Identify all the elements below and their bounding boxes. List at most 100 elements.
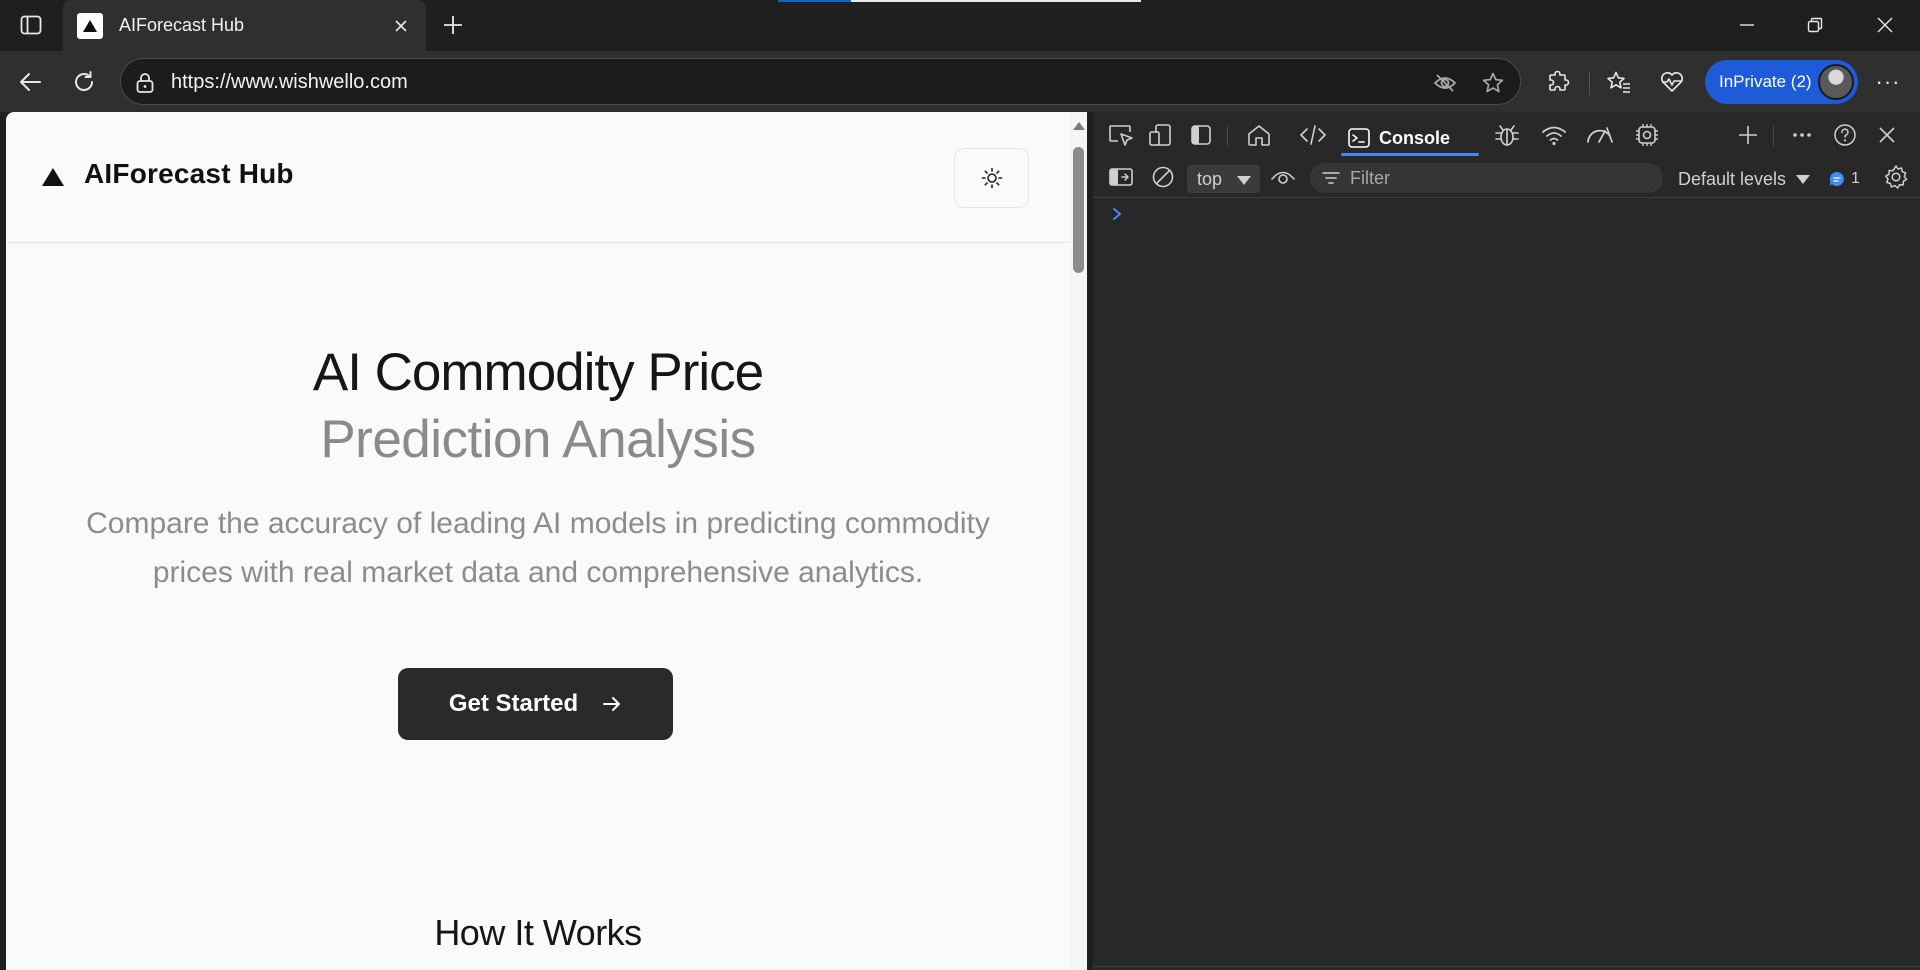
restore-icon	[1807, 17, 1823, 33]
customize-devtools-button[interactable]	[1786, 120, 1818, 150]
more-horizontal-icon	[1793, 133, 1811, 137]
filter-icon	[1322, 172, 1340, 184]
inspect-icon	[1109, 125, 1133, 146]
welcome-tab[interactable]	[1243, 120, 1275, 150]
live-expression-button[interactable]	[1267, 162, 1299, 192]
sidebar-icon	[1109, 168, 1133, 186]
refresh-icon	[75, 71, 93, 91]
hero-subtitle: Compare the accuracy of leading AI model…	[86, 507, 990, 589]
help-button[interactable]	[1829, 120, 1861, 150]
eye-icon	[1271, 171, 1295, 184]
sources-tab[interactable]	[1491, 120, 1523, 150]
show-console-sidebar-button[interactable]	[1105, 162, 1137, 192]
arrow-right-icon	[603, 697, 621, 711]
wifi-icon	[1542, 126, 1566, 146]
heartbeat-icon	[1661, 72, 1683, 92]
lock-icon[interactable]	[135, 72, 155, 94]
devtools-divider	[1227, 126, 1228, 146]
favorites-icon	[1607, 71, 1630, 93]
browser-tab[interactable]: AIForecast Hub	[63, 0, 426, 51]
devtools-tab-bar: Console	[1093, 112, 1920, 157]
tracking-prevention-button[interactable]	[1431, 69, 1459, 97]
javascript-context-select[interactable]: top	[1187, 165, 1260, 193]
message-icon	[1829, 171, 1844, 186]
console-settings-button[interactable]	[1880, 162, 1912, 192]
logo-triangle-icon[interactable]	[41, 167, 65, 187]
device-emulation-button[interactable]	[1145, 120, 1177, 150]
site-title[interactable]: AIForecast Hub	[84, 158, 294, 190]
console-tab[interactable]: Console	[1341, 120, 1456, 156]
sidebar-toggle-icon	[1191, 125, 1211, 145]
active-tab-indicator	[1341, 153, 1479, 156]
scroll-up-arrow-icon[interactable]	[1073, 122, 1085, 130]
issues-counter-button[interactable]: 1	[1828, 167, 1860, 191]
memory-tab[interactable]	[1631, 120, 1663, 150]
console-tab-label: Console	[1379, 127, 1451, 148]
new-tab-button[interactable]	[436, 8, 470, 42]
tab-title: AIForecast Hub	[119, 15, 245, 35]
tab-close-button[interactable]	[390, 15, 412, 37]
performance-tab[interactable]	[1584, 120, 1616, 150]
network-tab[interactable]	[1538, 120, 1570, 150]
issues-count: 1	[1851, 170, 1860, 187]
tab-actions-icon	[20, 15, 42, 35]
minimize-icon	[1740, 24, 1754, 26]
plus-icon	[1739, 126, 1757, 144]
eye-slash-icon	[1433, 74, 1457, 92]
theme-toggle-button[interactable]	[954, 148, 1029, 208]
tab-actions-button[interactable]	[14, 10, 48, 40]
inprivate-profile-button[interactable]: InPrivate (2)	[1705, 60, 1858, 104]
elements-tab[interactable]	[1297, 120, 1329, 150]
log-levels-dropdown[interactable]: Default levels	[1678, 165, 1811, 193]
minimize-button[interactable]	[1724, 8, 1770, 42]
favicon-icon	[77, 12, 103, 39]
restore-button[interactable]	[1792, 8, 1838, 42]
hero-title-line1: AI Commodity Price	[312, 343, 764, 402]
favorites-button[interactable]	[1601, 65, 1637, 99]
console-prompt-chevron-icon[interactable]	[1111, 206, 1123, 222]
inprivate-label: InPrivate (2)	[1719, 72, 1812, 91]
code-icon	[1300, 125, 1326, 145]
toolbar-divider	[1589, 71, 1590, 95]
how-it-works-heading: How It Works	[434, 912, 642, 953]
console-icon	[1348, 128, 1370, 148]
bug-icon	[1495, 125, 1519, 146]
clear-console-button[interactable]	[1147, 162, 1179, 192]
plus-icon	[444, 16, 462, 34]
console-filter-input[interactable]: Filter	[1310, 163, 1663, 193]
site-header: AIForecast Hub	[6, 112, 1070, 243]
puzzle-icon	[1549, 70, 1570, 91]
arrow-left-icon	[20, 73, 41, 91]
refresh-button[interactable]	[65, 63, 103, 101]
page-load-indicator	[778, 0, 1141, 2]
gauge-icon	[1587, 127, 1613, 143]
avatar	[1818, 64, 1854, 100]
close-icon	[1877, 17, 1893, 33]
address-bar[interactable]: https://www.wishwello.com	[120, 58, 1521, 105]
settings-more-button[interactable]: ···	[1870, 65, 1906, 99]
devtools-bottom-border	[1093, 966, 1920, 967]
window-close-button[interactable]	[1862, 8, 1908, 42]
sun-icon	[981, 167, 1002, 189]
log-levels-label: Default levels	[1678, 168, 1787, 189]
get-started-button[interactable]: Get Started	[398, 668, 673, 740]
close-icon	[395, 19, 407, 32]
page-viewport: AIForecast Hub AI Commodity Price Predic…	[6, 112, 1087, 970]
browser-essentials-button[interactable]	[1654, 65, 1690, 99]
toggle-panel-button[interactable]	[1185, 120, 1217, 150]
close-icon	[1879, 127, 1895, 143]
add-favorite-button[interactable]	[1479, 69, 1507, 97]
device-icon	[1149, 124, 1171, 146]
star-icon	[1482, 72, 1504, 93]
home-icon	[1248, 125, 1270, 146]
extensions-button[interactable]	[1540, 65, 1576, 99]
more-icon: ···	[1875, 69, 1901, 94]
close-devtools-button[interactable]	[1871, 120, 1903, 150]
hero-title-line2: Prediction Analysis	[320, 410, 756, 469]
more-tools-button[interactable]	[1732, 120, 1764, 150]
scroll-thumb[interactable]	[1073, 147, 1084, 273]
url-text[interactable]: https://www.wishwello.com	[171, 71, 408, 94]
page-scrollbar[interactable]	[1070, 112, 1087, 970]
back-button[interactable]	[11, 63, 49, 101]
inspect-element-button[interactable]	[1105, 120, 1137, 150]
